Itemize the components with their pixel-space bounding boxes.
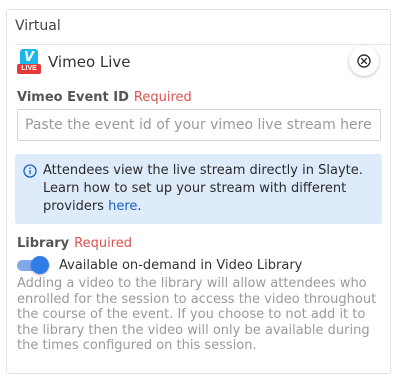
virtual-panel: Virtual V LIVE Vimeo Live Vimeo Event ID… [6, 9, 391, 374]
library-toggle-label: Available on-demand in Video Library [59, 257, 303, 273]
info-icon [23, 164, 37, 178]
library-label: Library Required [17, 236, 132, 251]
library-toggle[interactable] [17, 256, 49, 274]
vimeo-live-logo-icon: V LIVE [17, 49, 41, 75]
library-label-text: Library [17, 236, 70, 251]
divider [15, 44, 390, 45]
live-badge: LIVE [17, 64, 41, 74]
event-id-label-text: Vimeo Event ID [17, 90, 129, 105]
toggle-knob [31, 256, 49, 274]
required-indicator: Required [74, 236, 132, 251]
info-help-link[interactable]: here [108, 199, 137, 214]
provider-row: V LIVE Vimeo Live [17, 49, 131, 75]
event-id-label: Vimeo Event ID Required [17, 90, 192, 105]
required-indicator: Required [133, 90, 192, 105]
event-id-input[interactable] [17, 109, 381, 141]
library-help-text: Adding a video to the library will allow… [17, 276, 377, 353]
remove-provider-button[interactable] [349, 46, 379, 76]
section-title: Virtual [15, 18, 61, 34]
info-text-end: . [137, 199, 142, 214]
provider-name: Vimeo Live [48, 53, 131, 71]
info-box: Attendees view the live stream directly … [15, 154, 382, 224]
library-toggle-row: Available on-demand in Video Library [17, 256, 303, 274]
close-circle-icon [357, 54, 371, 68]
info-text: Attendees view the live stream directly … [43, 163, 363, 214]
